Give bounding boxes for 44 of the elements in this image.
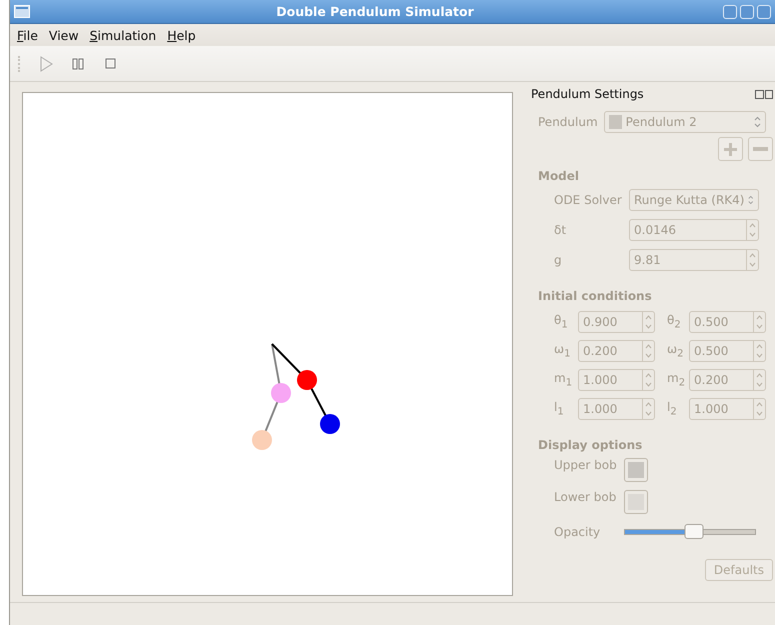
field-label: l$_{2}$	[667, 400, 678, 418]
play-icon	[39, 56, 53, 72]
window-title: Double Pendulum Simulator	[275, 4, 475, 19]
section-heading: Display options	[538, 438, 644, 452]
close-button[interactable]	[757, 4, 771, 18]
stop-icon	[104, 58, 116, 69]
spin-arrows-icon[interactable]	[756, 343, 763, 359]
field-label: l$_{1}$	[554, 400, 565, 418]
menu-item[interactable]: File	[17, 28, 38, 42]
minus-icon	[753, 147, 768, 151]
field-label: ω$_{1}$	[554, 342, 572, 360]
float-icon[interactable]	[755, 90, 773, 98]
spin-arrows-icon[interactable]	[645, 314, 652, 330]
field-label: Lower bob	[554, 490, 618, 504]
section-heading: Model	[538, 169, 580, 183]
plus-icon	[724, 142, 737, 156]
field-label: δt	[554, 223, 568, 237]
field-label: Opacity	[554, 524, 602, 538]
menu-item[interactable]: Help	[167, 28, 196, 42]
spin-arrows-icon[interactable]	[645, 372, 652, 388]
field-label: g	[554, 253, 563, 267]
field-label: θ$_{1}$	[554, 313, 569, 331]
spin-arrows-icon[interactable]	[645, 343, 652, 359]
field-label: ω$_{2}$	[667, 342, 684, 360]
window-menu-icon[interactable]	[14, 5, 30, 18]
spin-arrows-icon[interactable]	[756, 401, 763, 417]
dropdown-arrows-icon	[754, 116, 761, 128]
dropdown-arrows-icon	[748, 194, 754, 206]
panel-title: Pendulum Settings	[531, 87, 644, 101]
maximize-button[interactable]	[740, 4, 754, 18]
field-label: ODE Solver	[554, 193, 623, 207]
field-label: Upper bob	[554, 458, 618, 472]
field-label: m$_{2}$	[667, 371, 685, 389]
spin-arrows-icon[interactable]	[756, 372, 763, 388]
field-label: Pendulum	[538, 115, 598, 129]
section-heading: Initial conditions	[538, 289, 653, 303]
field-label: m$_{1}$	[554, 371, 574, 389]
field-label: θ$_{2}$	[667, 313, 682, 331]
minimize-button[interactable]	[723, 4, 737, 18]
pause-icon	[72, 58, 84, 70]
menu-item[interactable]: View	[48, 28, 79, 42]
spin-arrows-icon[interactable]	[756, 314, 763, 330]
spin-arrows-icon[interactable]	[645, 401, 652, 417]
menu-item[interactable]: Simulation	[90, 28, 156, 42]
